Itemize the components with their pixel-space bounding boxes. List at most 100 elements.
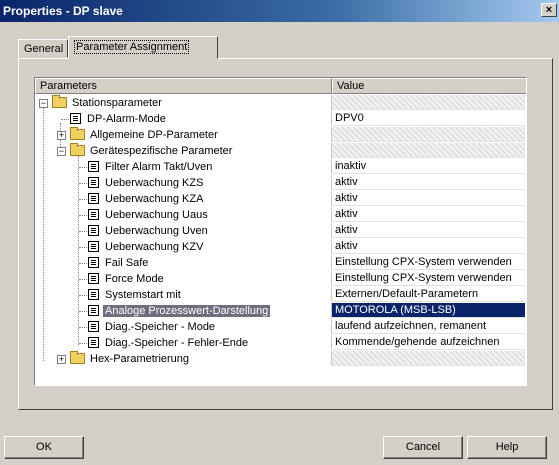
column-header-parameters[interactable]: Parameters [35, 78, 332, 94]
parameter-icon [88, 241, 99, 252]
parameter-value[interactable]: aktiv [331, 223, 525, 238]
parameter-value[interactable]: Einstellung CPX-System verwenden [331, 271, 525, 286]
parameter-label: Allgemeine DP-Parameter [90, 129, 218, 141]
tab-label: Parameter Assignment [74, 40, 190, 54]
collapse-icon[interactable]: − [57, 147, 66, 156]
parameter-name[interactable]: Stationsparameter [52, 95, 164, 111]
parameter-label: Ueberwachung Uaus [105, 209, 208, 221]
parameter-name[interactable]: Ueberwachung KZV [88, 239, 205, 255]
parameter-label: Ueberwachung KZV [105, 241, 204, 253]
tree-branch [79, 183, 87, 184]
parameter-label: Diag.-Speicher - Mode [105, 321, 216, 333]
parameter-label: Ueberwachung KZS [105, 177, 204, 189]
table-row[interactable]: Ueberwachung KZV aktiv [35, 239, 526, 255]
parameter-name[interactable]: Diag.-Speicher - Fehler-Ende [88, 335, 250, 351]
parameter-icon [88, 305, 99, 316]
parameter-label: Stationsparameter [72, 97, 162, 109]
parameter-value [331, 95, 525, 110]
help-button[interactable]: Help [467, 436, 547, 459]
table-row[interactable]: Force Mode Einstellung CPX-System verwend… [35, 271, 526, 287]
parameter-name[interactable]: Gerätespezifische Parameter [70, 143, 234, 159]
parameter-label: Fail Safe [105, 257, 149, 269]
ok-button[interactable]: OK [4, 436, 84, 459]
parameter-icon [88, 209, 99, 220]
expand-icon[interactable]: + [57, 355, 66, 364]
collapse-icon[interactable]: − [39, 99, 48, 108]
table-row[interactable]: − Gerätespezifische Parameter [35, 143, 526, 159]
tree-branch [61, 119, 69, 120]
parameter-label: Analoge Prozesswert-Darstellung [103, 305, 271, 317]
cancel-button[interactable]: Cancel [383, 436, 463, 459]
parameter-name[interactable]: Hex-Parametrierung [70, 351, 191, 367]
parameter-label: Ueberwachung KZA [105, 193, 204, 205]
folder-icon [70, 127, 85, 140]
parameter-icon [70, 113, 81, 124]
parameter-icon [88, 177, 99, 188]
tab-parameter-assignment[interactable]: Parameter Assignment [68, 36, 218, 59]
tree-branch [79, 199, 87, 200]
table-row[interactable]: Ueberwachung Uven aktiv [35, 223, 526, 239]
tree-branch [79, 311, 87, 312]
tab-general[interactable]: General [18, 39, 68, 58]
parameter-icon [88, 225, 99, 236]
table-row[interactable]: Ueberwachung KZA aktiv [35, 191, 526, 207]
table-row[interactable]: Diag.-Speicher - Mode laufend aufzeichnen… [35, 319, 526, 335]
parameter-value[interactable]: inaktiv [331, 159, 525, 174]
parameter-name[interactable]: Analoge Prozesswert-Darstellung [88, 303, 271, 319]
table-row[interactable]: Ueberwachung KZS aktiv [35, 175, 526, 191]
parameter-value[interactable]: aktiv [331, 239, 525, 254]
table-row[interactable]: Fail Safe Einstellung CPX-System verwende… [35, 255, 526, 271]
table-row[interactable]: DP-Alarm-Mode DPV0 [35, 111, 526, 127]
table-row[interactable]: − Stationsparameter [35, 95, 526, 111]
expand-icon[interactable]: + [57, 131, 66, 140]
parameter-value[interactable]: MOTOROLA (MSB-LSB) [331, 303, 525, 318]
grid-header: Parameters Value [35, 78, 526, 94]
parameter-icon [88, 273, 99, 284]
parameter-value [331, 143, 525, 158]
parameter-icon [88, 193, 99, 204]
table-row[interactable]: Systemstart mit Externen/Default-Paramete… [35, 287, 526, 303]
parameter-name[interactable]: Ueberwachung Uaus [88, 207, 210, 223]
parameter-name[interactable]: Ueberwachung Uven [88, 223, 210, 239]
parameter-name[interactable]: Diag.-Speicher - Mode [88, 319, 217, 335]
tree-branch [79, 327, 87, 328]
table-row[interactable]: + Hex-Parametrierung [35, 351, 526, 367]
table-row[interactable]: Filter Alarm Takt/Uven inaktiv [35, 159, 526, 175]
parameter-name[interactable]: Ueberwachung KZA [88, 191, 205, 207]
tree-branch [79, 343, 87, 344]
folder-icon [70, 143, 85, 156]
column-header-value[interactable]: Value [332, 78, 526, 94]
parameter-value[interactable]: Einstellung CPX-System verwenden [331, 255, 525, 270]
tree-branch [79, 295, 87, 296]
parameter-value[interactable]: laufend aufzeichnen, remanent [331, 319, 525, 334]
parameter-name[interactable]: Force Mode [88, 271, 166, 287]
table-row[interactable]: Ueberwachung Uaus aktiv [35, 207, 526, 223]
parameter-label: Hex-Parametrierung [90, 353, 190, 365]
parameter-name[interactable]: Filter Alarm Takt/Uven [88, 159, 214, 175]
parameter-value [331, 351, 525, 366]
table-row[interactable]: Diag.-Speicher - Fehler-Ende Kommende/geh… [35, 335, 526, 351]
parameter-name[interactable]: Systemstart mit [88, 287, 183, 303]
parameter-name[interactable]: Fail Safe [88, 255, 150, 271]
parameter-label: DP-Alarm-Mode [87, 113, 166, 125]
table-row[interactable]: Analoge Prozesswert-Darstellung MOTOROLA … [35, 303, 526, 319]
parameter-value[interactable]: DPV0 [331, 111, 525, 126]
parameter-value[interactable]: aktiv [331, 191, 525, 206]
parameter-label: Filter Alarm Takt/Uven [105, 161, 213, 173]
parameter-value[interactable]: aktiv [331, 175, 525, 190]
parameter-label: Gerätespezifische Parameter [90, 145, 233, 157]
parameter-icon [88, 321, 99, 332]
table-row[interactable]: + Allgemeine DP-Parameter [35, 127, 526, 143]
parameter-value[interactable]: Externen/Default-Parametern [331, 287, 525, 302]
parameter-grid: Parameters Value − Stationsparameter DP-Al… [34, 77, 527, 386]
parameter-name[interactable]: Ueberwachung KZS [88, 175, 205, 191]
parameter-value[interactable]: aktiv [331, 207, 525, 222]
parameter-name[interactable]: Allgemeine DP-Parameter [70, 127, 220, 143]
close-icon[interactable]: × [541, 3, 557, 17]
parameter-value [331, 127, 525, 142]
parameter-label: Diag.-Speicher - Fehler-Ende [105, 337, 249, 349]
folder-icon [52, 95, 67, 108]
parameter-value[interactable]: Kommende/gehende aufzeichnen [331, 335, 525, 350]
parameter-name[interactable]: DP-Alarm-Mode [70, 111, 168, 127]
parameter-icon [88, 257, 99, 268]
